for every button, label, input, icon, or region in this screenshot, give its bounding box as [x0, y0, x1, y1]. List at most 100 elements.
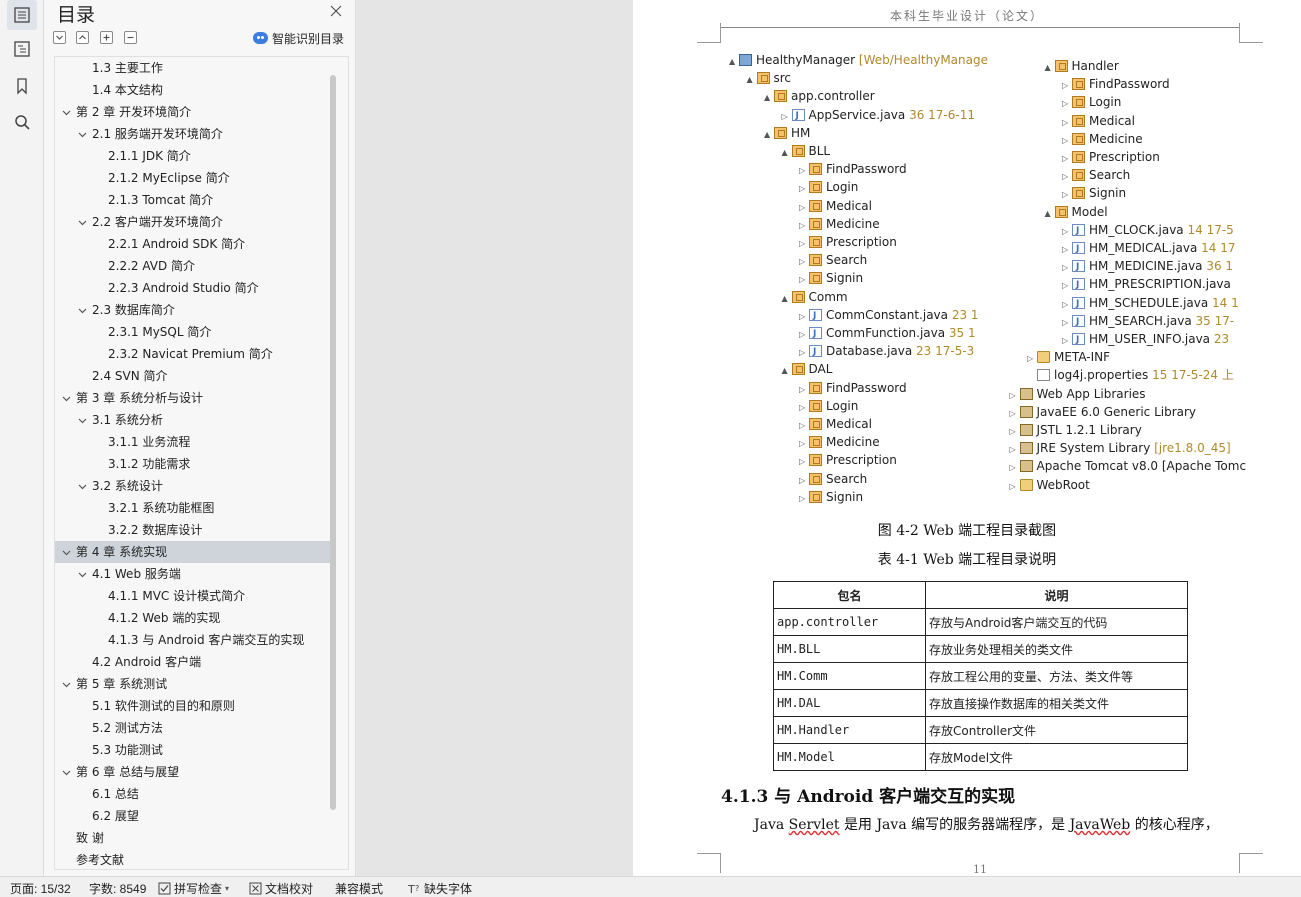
toc-item[interactable]: 2.1.2 MyEclipse 简介: [55, 167, 330, 189]
toc-item[interactable]: 5.3 功能测试: [55, 739, 330, 761]
toc-item[interactable]: 2.3.2 Navicat Premium 简介: [55, 343, 330, 365]
toc-item[interactable]: 2.2.1 Android SDK 简介: [55, 233, 330, 255]
tree-node-label: Login: [826, 180, 859, 195]
running-header: 本科生毕业设计（论文）: [889, 9, 1044, 23]
tree-node: ▷ Web App Libraries: [1010, 385, 1146, 403]
tree-node-label: HM_MEDICAL.java: [1089, 241, 1198, 255]
tree-node: ▷ META-INF: [1027, 348, 1110, 366]
toc-item[interactable]: 3.1.1 业务流程: [55, 431, 330, 453]
tree-node-label: Medical: [1089, 113, 1135, 128]
expand-one-level-button[interactable]: [53, 31, 66, 44]
toc-item[interactable]: 1.4 本文结构: [55, 79, 330, 101]
chevron-down-icon[interactable]: [60, 541, 72, 563]
pkg-icon: [809, 472, 822, 485]
toc-item-label: 2.2.2 AVD 简介: [108, 259, 196, 273]
expand-all-button[interactable]: [100, 31, 113, 44]
toc-item[interactable]: 第 4 章 系统实现: [55, 541, 330, 563]
chevron-down-icon[interactable]: [76, 475, 88, 497]
chevron-down-icon[interactable]: [76, 123, 88, 145]
toc-item[interactable]: 4.1.1 MVC 设计模式简介: [55, 585, 330, 607]
chevron-down-icon[interactable]: [76, 409, 88, 431]
toc-item[interactable]: 2.3.1 MySQL 简介: [55, 321, 330, 343]
toc-item[interactable]: 4.1.3 与 Android 客户端交互的实现: [55, 629, 330, 651]
collapse-one-level-button[interactable]: [76, 31, 89, 44]
toc-item[interactable]: 参考文献: [55, 849, 330, 869]
description-cell: 存放直接操作数据库的相关类文件: [925, 689, 1188, 717]
tree-node: ▷ Prescription: [1062, 148, 1160, 166]
toc-item[interactable]: 4.1 Web 服务端: [55, 563, 330, 585]
spell-flagged-word: JavaWeb: [1069, 817, 1131, 833]
tree-node: ▲ BLL: [782, 142, 831, 160]
toc-item[interactable]: 3.2 系统设计: [55, 475, 330, 497]
toc-item[interactable]: 6.1 总结: [55, 783, 330, 805]
toc-item[interactable]: 第 5 章 系统测试: [55, 673, 330, 695]
pkg-icon: [791, 145, 805, 157]
toc-item-label: 3.2.1 系统功能框图: [108, 501, 215, 515]
toc-item[interactable]: 第 3 章 系统分析与设计: [55, 387, 330, 409]
navigation-tree-icon[interactable]: [7, 34, 37, 64]
toc-item[interactable]: 2.1.3 Tomcat 简介: [55, 189, 330, 211]
chevron-down-icon[interactable]: [60, 761, 72, 783]
toc-item[interactable]: 2.2 客户端开发环境简介: [55, 211, 330, 233]
chevron-down-icon[interactable]: [76, 563, 88, 585]
tree-node-meta: 23: [1210, 332, 1230, 346]
toc-item[interactable]: 5.1 软件测试的目的和原则: [55, 695, 330, 717]
toc-item[interactable]: 2.2.2 AVD 简介: [55, 255, 330, 277]
toc-item[interactable]: 6.2 展望: [55, 805, 330, 827]
tree-node-label: HM_PRESCRIPTION.java: [1089, 277, 1231, 292]
chevron-down-icon[interactable]: [60, 101, 72, 123]
smart-toc-button[interactable]: 智能识别目录: [253, 30, 344, 46]
toc-item[interactable]: 3.1.2 功能需求: [55, 453, 330, 475]
chevron-down-icon[interactable]: [76, 211, 88, 233]
java-icon: [1072, 313, 1085, 331]
toc-scrollbar[interactable]: [330, 75, 336, 810]
collapse-all-button[interactable]: [124, 31, 137, 44]
spell-check-button[interactable]: 拼写检查 ▾: [158, 880, 229, 897]
toc-item-label: 5.1 软件测试的目的和原则: [92, 699, 235, 713]
word-count[interactable]: 字数: 8549: [89, 880, 146, 897]
tree-node-label: JRE System Library: [1036, 441, 1151, 456]
toc-item-label: 致 谢: [76, 831, 104, 845]
tree-node-label: Signin: [826, 271, 864, 286]
toc-icon[interactable]: [7, 0, 37, 30]
toc-item[interactable]: 2.1.1 JDK 简介: [55, 145, 330, 167]
bookmark-icon[interactable]: [7, 71, 37, 101]
proofread-button[interactable]: 文档校对: [249, 880, 313, 897]
tree-node-meta: 23 1: [948, 307, 979, 322]
close-icon[interactable]: [328, 3, 344, 19]
chevron-up-icon: [79, 35, 86, 40]
toc-item[interactable]: 1.3 主要工作: [55, 57, 330, 79]
tree-node: ▷ Login: [799, 178, 858, 196]
toc-item[interactable]: 第 6 章 总结与展望: [55, 761, 330, 783]
chevron-down-icon[interactable]: [60, 673, 72, 695]
page-indicator[interactable]: 页面: 15/32: [10, 880, 71, 897]
toc-item[interactable]: 5.2 测试方法: [55, 717, 330, 739]
tree-node-label: Medical: [826, 198, 872, 213]
toc-item[interactable]: 第 2 章 开发环境简介: [55, 101, 330, 123]
lib-icon: [1019, 405, 1033, 418]
toc-item[interactable]: 致 谢: [55, 827, 330, 849]
toc-item[interactable]: 2.2.3 Android Studio 简介: [55, 277, 330, 299]
missing-font-button[interactable]: T? 缺失字体: [408, 880, 472, 897]
tree-node: ▲ app.controller: [764, 87, 875, 105]
toc-item[interactable]: 4.2 Android 客户端: [55, 651, 330, 673]
chevron-down-icon[interactable]: [60, 387, 72, 409]
expanded-arrow-icon: ▲: [746, 75, 753, 85]
toc-item[interactable]: 3.1 系统分析: [55, 409, 330, 431]
toc-item-label: 第 5 章 系统测试: [76, 677, 168, 691]
compat-mode-indicator[interactable]: 兼容模式: [335, 880, 383, 897]
chevron-down-icon[interactable]: [76, 299, 88, 321]
toc-item[interactable]: 2.1 服务端开发环境简介: [55, 123, 330, 145]
pkg-icon: [809, 490, 822, 503]
toc-item[interactable]: 2.3 数据库简介: [55, 299, 330, 321]
tree-node: ▷HM_MEDICINE.java 36 1: [1062, 257, 1233, 276]
toc-item[interactable]: 3.2.2 数据库设计: [55, 519, 330, 541]
toc-item[interactable]: 2.4 SVN 简介: [55, 365, 330, 387]
search-icon[interactable]: [7, 107, 37, 137]
expanded-arrow-icon: ▲: [781, 148, 788, 157]
toc-item[interactable]: 3.2.1 系统功能框图: [55, 497, 330, 519]
tree-node: ▷ Signin: [799, 488, 863, 506]
toc-item-label: 2.2.3 Android Studio 简介: [108, 281, 259, 295]
toc-item[interactable]: 4.1.2 Web 端的实现: [55, 607, 330, 629]
tree-node-label: Login: [826, 398, 859, 413]
